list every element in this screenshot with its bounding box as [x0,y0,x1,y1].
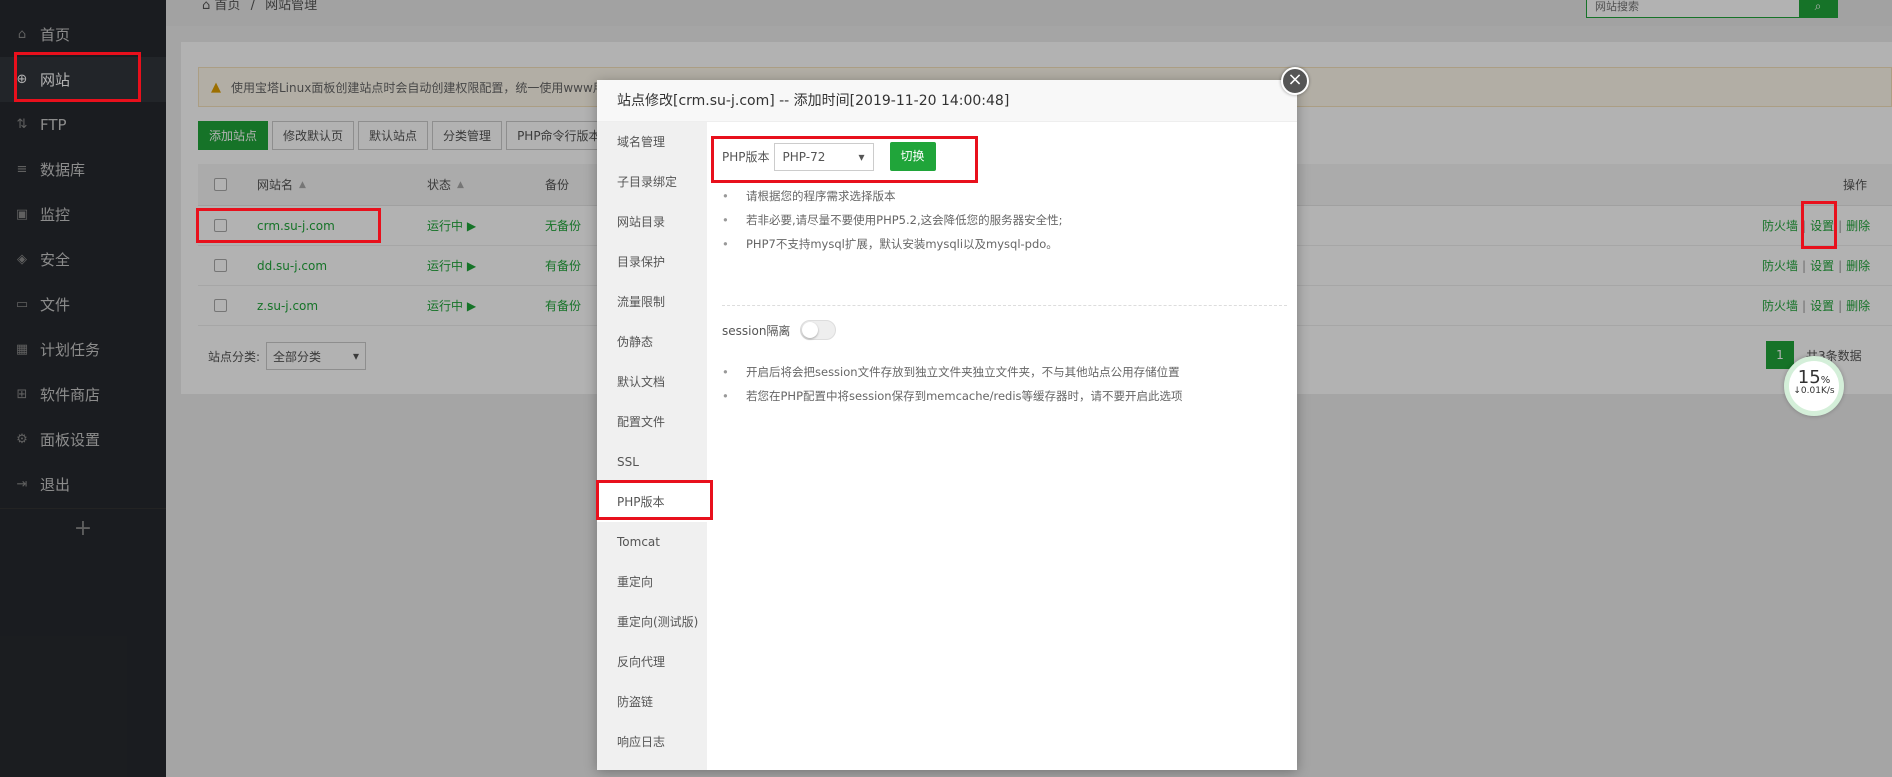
modal-nav-hotlink[interactable]: 防盗链 [597,682,707,722]
modal-nav-proxy[interactable]: 反向代理 [597,642,707,682]
modal-nav-redirect-beta[interactable]: 重定向(测试版) [597,602,707,642]
modal-nav-rewrite[interactable]: 伪静态 [597,322,707,362]
tip-item: 若非必要,请尽量不要使用PHP5.2,这会降低您的服务器安全性; [722,208,1063,232]
session-tips: 开启后将会把session文件存放到独立文件夹独立文件夹，不与其他站点公用存储位… [722,360,1183,408]
gauge-unit: % [1820,375,1831,386]
modal-nav-domain[interactable]: 域名管理 [597,122,707,162]
modal-nav-dirprotect[interactable]: 目录保护 [597,242,707,282]
session-row: session隔离 [722,320,837,340]
divider [722,305,1287,306]
modal-nav-log[interactable]: 响应日志 [597,722,707,762]
modal-nav-sitedir[interactable]: 网站目录 [597,202,707,242]
modal-nav-redirect[interactable]: 重定向 [597,562,707,602]
highlight-box [14,52,141,102]
tip-item: 开启后将会把session文件存放到独立文件夹独立文件夹，不与其他站点公用存储位… [722,360,1183,384]
tip-item: 请根据您的程序需求选择版本 [722,184,1063,208]
highlight-box [596,480,713,520]
highlight-box [1801,201,1837,249]
network-speed-gauge[interactable]: 15% ↓0.01K/s [1784,356,1844,416]
php-tips: 请根据您的程序需求选择版本 若非必要,请尽量不要使用PHP5.2,这会降低您的服… [722,184,1063,256]
site-edit-modal: 站点修改[crm.su-j.com] -- 添加时间[2019-11-20 14… [597,80,1297,770]
tip-item: 若您在PHP配置中将session保存到memcache/redis等缓存器时，… [722,384,1183,408]
modal-close-button[interactable]: × [1281,67,1309,95]
modal-nav-config[interactable]: 配置文件 [597,402,707,442]
modal-nav-traffic[interactable]: 流量限制 [597,282,707,322]
modal-nav-subdir[interactable]: 子目录绑定 [597,162,707,202]
session-toggle[interactable] [800,320,837,340]
modal-nav-defaultdoc[interactable]: 默认文档 [597,362,707,402]
tip-item: PHP7不支持mysql扩展，默认安装mysqli以及mysql-pdo。 [722,232,1063,256]
highlight-box [711,136,978,183]
highlight-box [196,208,381,243]
gauge-speed: ↓0.01K/s [1793,386,1835,396]
session-label: session隔离 [722,323,791,338]
modal-nav-ssl[interactable]: SSL [597,442,707,482]
modal-body: PHP版本 PHP-72 ▾ 切换 请根据您的程序需求选择版本 若非必要,请尽量… [707,122,1297,770]
modal-nav: 域名管理 子目录绑定 网站目录 目录保护 流量限制 伪静态 默认文档 配置文件 … [597,122,707,770]
toggle-knob [802,322,819,338]
gauge-percent: 15 [1797,367,1821,388]
modal-title: 站点修改[crm.su-j.com] -- 添加时间[2019-11-20 14… [597,80,1297,122]
modal-nav-tomcat[interactable]: Tomcat [597,522,707,562]
